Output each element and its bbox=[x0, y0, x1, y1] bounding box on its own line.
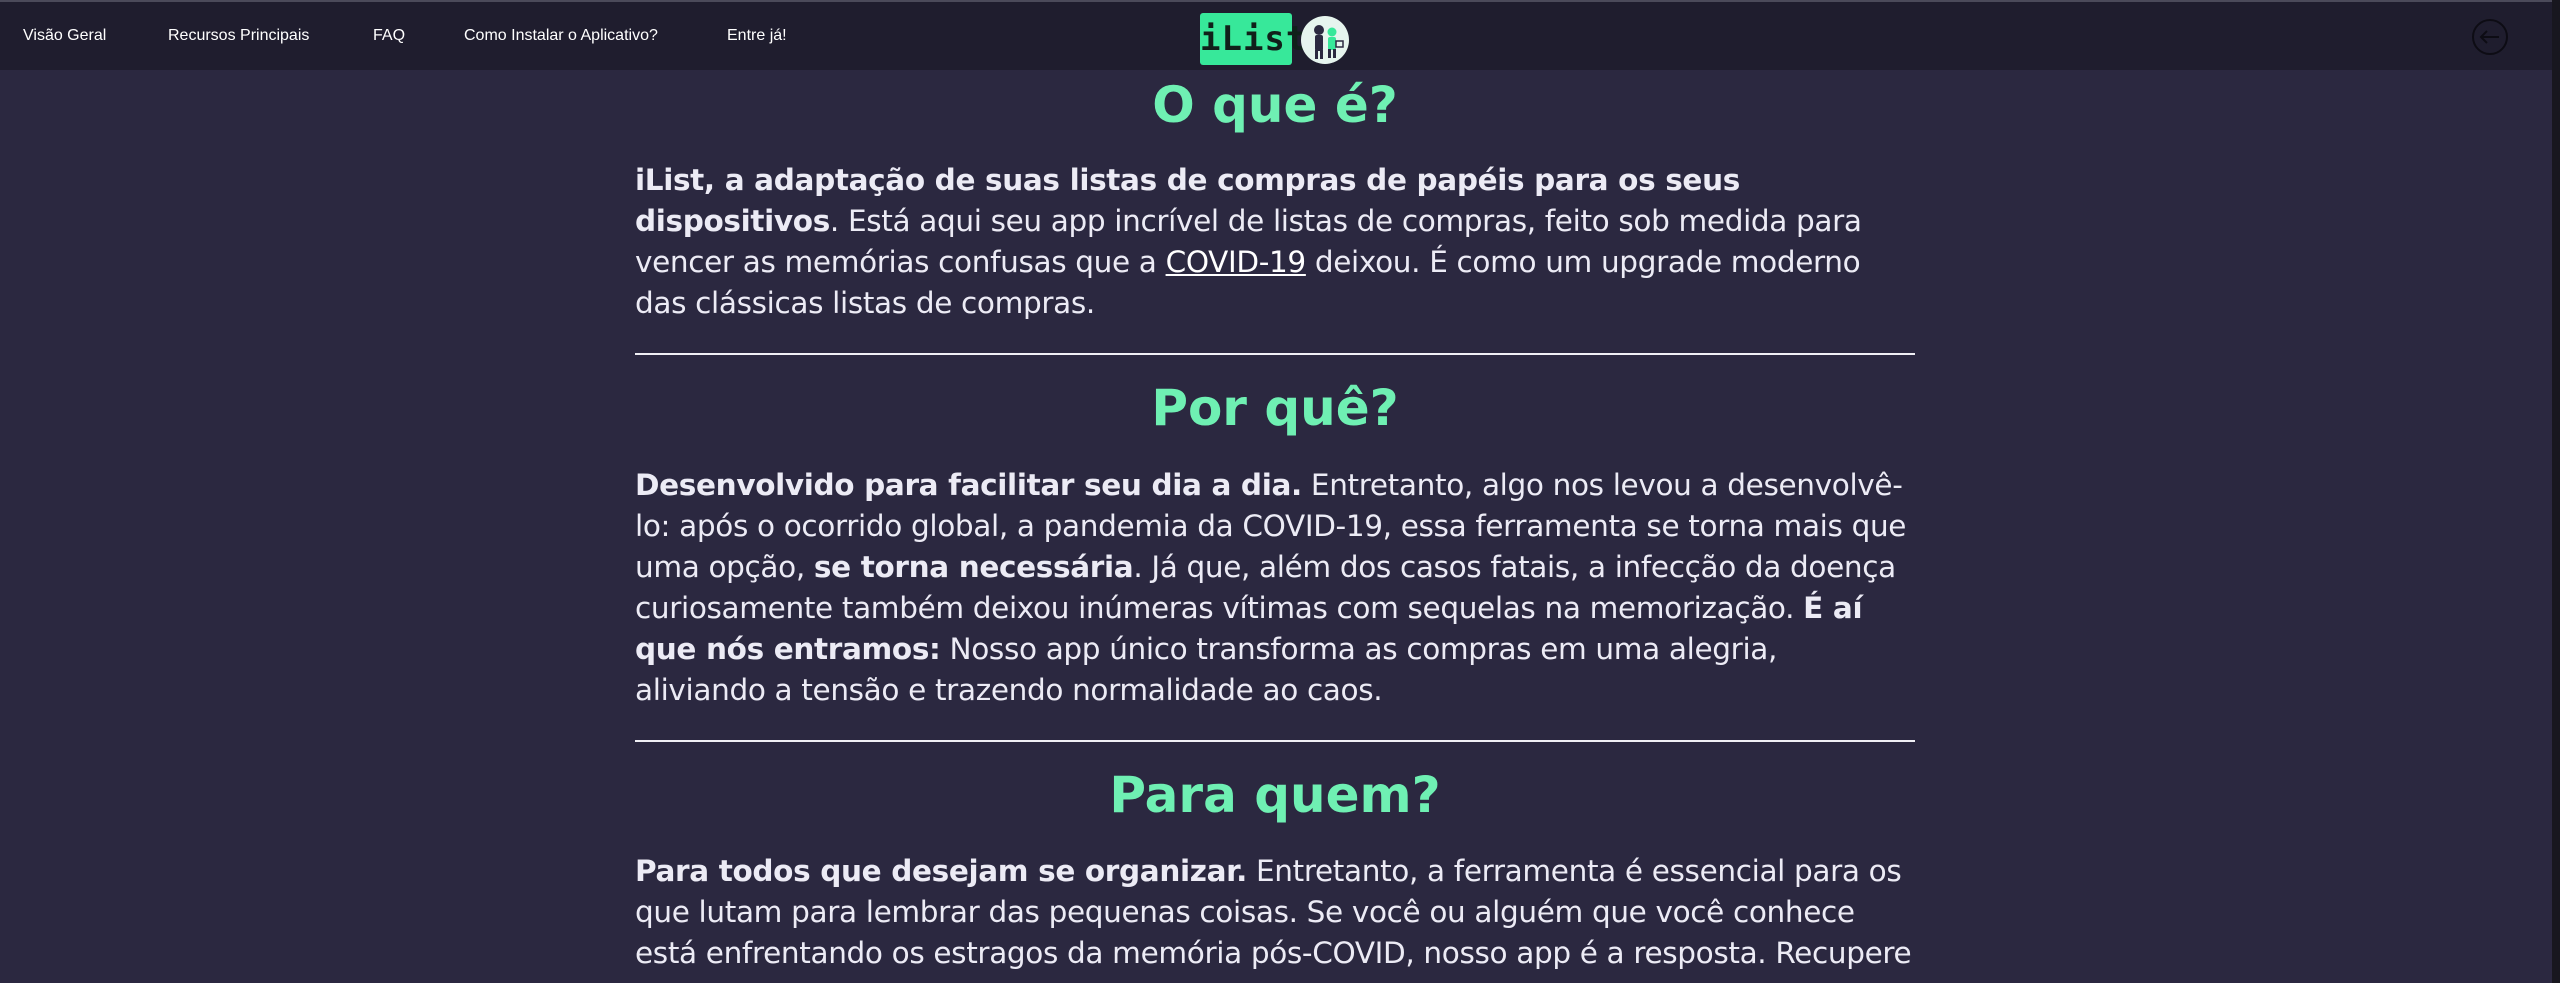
section-text-o-que-e: iList, a adaptação de suas listas de com… bbox=[635, 160, 1915, 324]
people-shopping-illustration-icon bbox=[1301, 16, 1349, 64]
nav-link-faq[interactable]: FAQ bbox=[373, 27, 405, 45]
nav-link-recursos-principais[interactable]: Recursos Principais bbox=[168, 27, 309, 45]
bold-text: se torna necessária bbox=[813, 550, 1134, 584]
nav-link-entre-ja[interactable]: Entre já! bbox=[727, 27, 787, 45]
arrow-left-circle-icon[interactable] bbox=[2471, 18, 2509, 56]
top-navbar: Visão Geral Recursos Principais FAQ Como… bbox=[0, 0, 2552, 70]
section-text-para-quem: Para todos que desejam se organizar. Ent… bbox=[635, 851, 1915, 983]
nav-link-visao-geral[interactable]: Visão Geral bbox=[23, 27, 106, 45]
covid-link[interactable]: COVID-19 bbox=[1166, 245, 1307, 279]
brand-name: iList bbox=[1200, 13, 1306, 65]
bold-text: Para todos que desejam se organizar. bbox=[635, 854, 1247, 888]
nav-link-como-instalar[interactable]: Como Instalar o Aplicativo? bbox=[464, 27, 658, 45]
section-title-por-que: Por quê? bbox=[1151, 379, 1399, 437]
bold-text: Desenvolvido para facilitar seu dia a di… bbox=[635, 468, 1302, 502]
section-title-para-quem: Para quem? bbox=[1109, 766, 1441, 824]
section-divider bbox=[635, 353, 1915, 355]
section-text-por-que: Desenvolvido para facilitar seu dia a di… bbox=[635, 465, 1915, 711]
section-divider bbox=[635, 740, 1915, 742]
page-scrollbar[interactable] bbox=[2552, 0, 2560, 983]
section-title-o-que-e: O que é? bbox=[1152, 76, 1398, 134]
